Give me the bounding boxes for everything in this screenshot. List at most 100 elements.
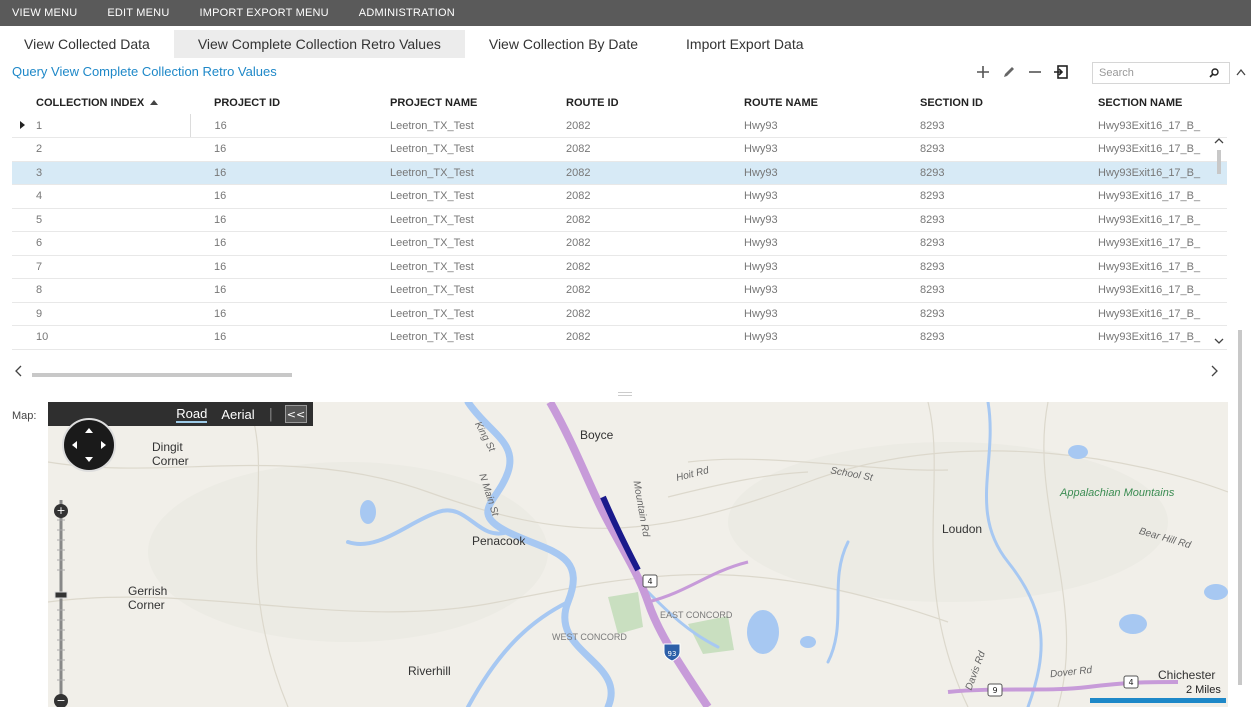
table-row[interactable]: 2 16 Leetron_TX_Test 2082 Hwy93 8293 Hwy93Exit… [12,137,1227,162]
cell-section-name[interactable]: Hwy93Exit16_17_B_ [1074,231,1227,256]
table-row[interactable]: 6 16 Leetron_TX_Test 2082 Hwy93 8293 Hwy93Exit… [12,231,1227,256]
cell-project-id[interactable]: 16 [190,114,366,138]
cell-route-id[interactable]: 2082 [542,137,720,162]
map-canvas[interactable]: 4 93 9 4 Dingit Corner Boyce Penacook Lo… [48,402,1228,707]
cell-route-name[interactable]: Hwy93 [720,325,896,350]
scroll-left-icon[interactable] [14,365,24,377]
cell-route-name[interactable]: Hwy93 [720,161,896,185]
map-nav-collapse-button[interactable]: << [285,405,307,423]
cell-route-id[interactable]: 2082 [542,278,720,303]
cell-section-id[interactable]: 8293 [896,208,1074,232]
cell-project-name[interactable]: Leetron_TX_Test [366,114,542,138]
page-vertical-scrollbar[interactable] [1235,330,1245,695]
cell-collection-index[interactable]: 3 [12,161,190,185]
table-row[interactable]: 1 16 Leetron_TX_Test 2082 Hwy93 8293 Hwy93Exit… [12,114,1227,138]
cell-section-name[interactable]: Hwy93Exit16_17_B_ [1074,161,1227,185]
column-header-section-name[interactable]: SECTION NAME [1074,92,1227,114]
panel-splitter-handle[interactable] [618,392,632,396]
cell-collection-index[interactable]: 2 [12,137,190,162]
grid-horizontal-scroll-thumb[interactable] [32,373,292,377]
cell-project-name[interactable]: Leetron_TX_Test [366,184,542,209]
cell-project-id[interactable]: 16 [190,184,366,209]
cell-section-name[interactable]: Hwy93Exit16_17_B_ [1074,302,1227,326]
grid-vertical-scrollbar[interactable] [1210,136,1228,360]
cell-route-id[interactable]: 2082 [542,208,720,232]
cell-project-name[interactable]: Leetron_TX_Test [366,231,542,256]
page-vertical-scroll-thumb[interactable] [1238,330,1242,685]
column-header-project-id[interactable]: PROJECT ID [190,92,366,114]
cell-section-id[interactable]: 8293 [896,161,1074,185]
cell-collection-index[interactable]: 5 [12,208,190,232]
cell-project-id[interactable]: 16 [190,255,366,279]
cell-collection-index[interactable]: 10 [12,325,190,350]
cell-section-name[interactable]: Hwy93Exit16_17_B_ [1074,325,1227,350]
cell-project-name[interactable]: Leetron_TX_Test [366,325,542,350]
grid-vertical-scroll-thumb[interactable] [1217,150,1221,174]
cell-route-id[interactable]: 2082 [542,231,720,256]
cell-section-name[interactable]: Hwy93Exit16_17_B_ [1074,278,1227,303]
magnifier-icon[interactable] [1203,63,1225,83]
cell-section-name[interactable]: Hwy93Exit16_17_B_ [1074,114,1227,138]
scroll-right-icon[interactable] [1209,365,1219,377]
cell-route-id[interactable]: 2082 [542,255,720,279]
cell-route-name[interactable]: Hwy93 [720,278,896,303]
cell-project-id[interactable]: 16 [190,137,366,162]
cell-route-name[interactable]: Hwy93 [720,208,896,232]
cell-project-name[interactable]: Leetron_TX_Test [366,302,542,326]
menu-administration[interactable]: ADMINISTRATION [359,7,455,19]
scroll-down-icon[interactable] [1214,336,1224,346]
cell-collection-index[interactable]: 6 [12,231,190,256]
cell-project-id[interactable]: 16 [190,302,366,326]
menu-import-export[interactable]: IMPORT EXPORT MENU [199,7,328,19]
cell-route-id[interactable]: 2082 [542,114,720,138]
cell-project-name[interactable]: Leetron_TX_Test [366,161,542,185]
cell-project-name[interactable]: Leetron_TX_Test [366,208,542,232]
cell-project-name[interactable]: Leetron_TX_Test [366,137,542,162]
cell-section-id[interactable]: 8293 [896,231,1074,256]
collapse-up-icon[interactable] [1233,62,1249,82]
cell-route-id[interactable]: 2082 [542,325,720,350]
cell-section-id[interactable]: 8293 [896,325,1074,350]
table-row[interactable]: 3 16 Leetron_TX_Test 2082 Hwy93 8293 Hwy93Exit… [12,161,1227,185]
column-header-route-id[interactable]: ROUTE ID [542,92,720,114]
cell-project-id[interactable]: 16 [190,231,366,256]
minus-icon[interactable] [1024,61,1046,83]
cell-route-id[interactable]: 2082 [542,184,720,209]
table-row[interactable]: 4 16 Leetron_TX_Test 2082 Hwy93 8293 Hwy93Exit… [12,184,1227,209]
map-pan-compass[interactable] [62,418,116,472]
cell-section-name[interactable]: Hwy93Exit16_17_B_ [1074,137,1227,162]
cell-route-name[interactable]: Hwy93 [720,184,896,209]
cell-route-name[interactable]: Hwy93 [720,302,896,326]
map-mode-aerial[interactable]: Aerial [221,407,254,422]
cell-route-id[interactable]: 2082 [542,302,720,326]
zoom-out-icon[interactable]: − [54,694,68,707]
cell-project-name[interactable]: Leetron_TX_Test [366,278,542,303]
table-row[interactable]: 7 16 Leetron_TX_Test 2082 Hwy93 8293 Hwy93Exit… [12,255,1227,279]
cell-section-id[interactable]: 8293 [896,278,1074,303]
table-row[interactable]: 9 16 Leetron_TX_Test 2082 Hwy93 8293 Hwy93Exit… [12,302,1227,326]
cell-collection-index[interactable]: 4 [12,184,190,209]
cell-section-id[interactable]: 8293 [896,114,1074,138]
cell-route-name[interactable]: Hwy93 [720,114,896,138]
table-row[interactable]: 10 16 Leetron_TX_Test 2082 Hwy93 8293 Hwy93Exi… [12,325,1227,350]
tab-view-collection-by-date[interactable]: View Collection By Date [464,30,663,58]
cell-section-name[interactable]: Hwy93Exit16_17_B_ [1074,255,1227,279]
cell-section-id[interactable]: 8293 [896,184,1074,209]
cell-route-name[interactable]: Hwy93 [720,255,896,279]
cell-project-id[interactable]: 16 [190,278,366,303]
menu-edit[interactable]: EDIT MENU [107,7,169,19]
cell-project-name[interactable]: Leetron_TX_Test [366,255,542,279]
table-row[interactable]: 5 16 Leetron_TX_Test 2082 Hwy93 8293 Hwy93Exit… [12,208,1227,232]
plus-icon[interactable] [972,61,994,83]
tab-import-export-data[interactable]: Import Export Data [662,30,828,58]
cell-collection-index[interactable]: 7 [12,255,190,279]
cell-collection-index[interactable]: 8 [12,278,190,303]
cell-section-name[interactable]: Hwy93Exit16_17_B_ [1074,208,1227,232]
table-row[interactable]: 8 16 Leetron_TX_Test 2082 Hwy93 8293 Hwy93Exit… [12,278,1227,303]
zoom-in-icon[interactable]: + [54,504,68,518]
cell-route-id[interactable]: 2082 [542,161,720,185]
pencil-icon[interactable] [998,61,1020,83]
column-header-route-name[interactable]: ROUTE NAME [720,92,896,114]
scroll-up-icon[interactable] [1214,136,1224,146]
tab-view-complete-collection-retro-values[interactable]: View Complete Collection Retro Values [173,30,465,58]
